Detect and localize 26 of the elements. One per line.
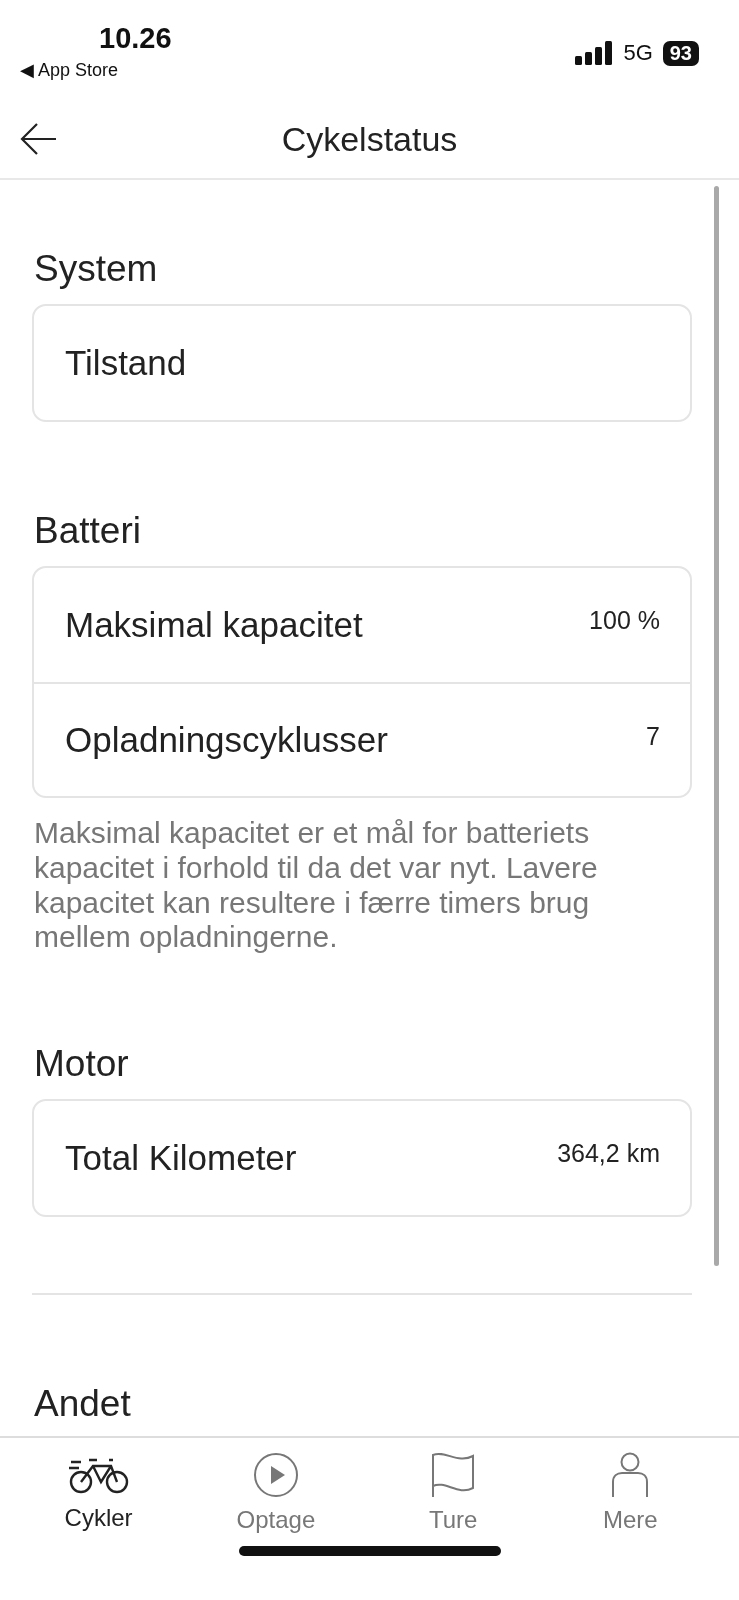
- row-value: 7: [646, 722, 660, 751]
- flag-icon: [430, 1452, 477, 1498]
- page-title: Cykelstatus: [281, 119, 458, 159]
- row-label: Tilstand: [65, 343, 187, 383]
- signal-icon: [575, 41, 614, 65]
- network-label: 5G: [623, 40, 653, 66]
- status-time: 10.26: [99, 22, 172, 55]
- tab-bar-item[interactable]: Optage: [187, 1438, 365, 1600]
- person-icon: [610, 1452, 651, 1498]
- play-icon: [252, 1452, 299, 1498]
- back-arrow-icon: [20, 122, 58, 156]
- section-heading: Batteri: [33, 509, 142, 553]
- tab-bar-item[interactable]: Mere: [541, 1438, 719, 1600]
- row-label: Total Kilometer: [65, 1138, 297, 1179]
- section-heading: Andet: [33, 1382, 132, 1427]
- row-value: 364,2 km: [557, 1139, 660, 1169]
- row-value: 100 %: [589, 606, 660, 635]
- tab-bar-item[interactable]: Ture: [364, 1438, 542, 1600]
- info-text: Maksimal kapacitet er et mål for batteriets kapacitet i forhold til da det var nyt. Lavere kapacitet kan resultere i færre timers brug mellem opladningerne.: [34, 816, 599, 956]
- row-label: Maksimal kapacitet: [65, 605, 363, 645]
- battery-level: 93: [662, 40, 699, 66]
- tab-bar-item[interactable]: Cykler: [10, 1438, 188, 1600]
- back-to-app-link[interactable]: ◀ App Store: [20, 59, 119, 81]
- section-heading: System: [33, 247, 159, 291]
- section-heading: Motor: [33, 1042, 130, 1087]
- row-label: Opladningscyklusser: [65, 720, 388, 760]
